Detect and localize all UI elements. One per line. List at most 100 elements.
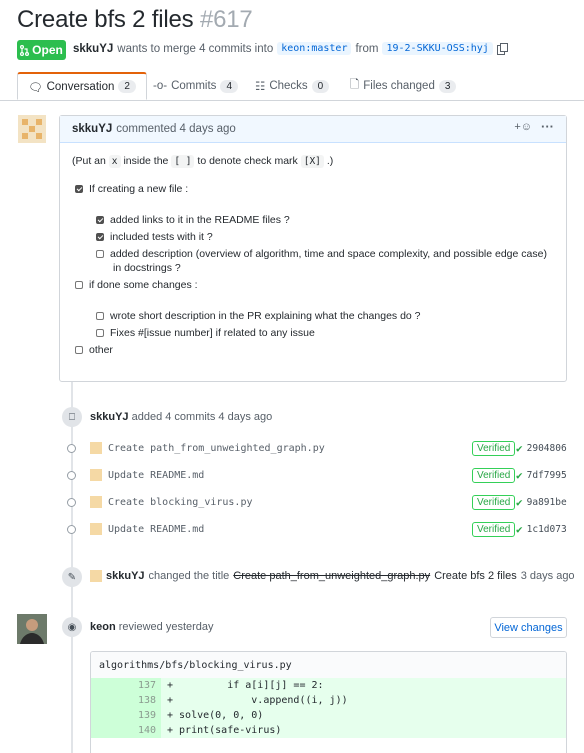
comment-author[interactable]: skkuYJ	[72, 123, 112, 135]
conversation-icon: 🗨	[28, 81, 43, 94]
more-options-icon[interactable]: ···	[541, 119, 554, 134]
line-code: + print(safe-virus)	[161, 723, 566, 738]
task-checkbox[interactable]	[96, 250, 104, 258]
tab-label: Commits	[171, 80, 217, 92]
new-title: Create bfs 2 files	[434, 570, 517, 582]
old-title: Create path_from_unweighted_graph.py	[233, 570, 431, 582]
check-icon: ✔	[516, 522, 523, 536]
sha-text: 7df7995	[526, 469, 567, 481]
commit-sha[interactable]: ✔ 7df7995	[516, 469, 567, 482]
view-changes-button[interactable]: View changes	[490, 617, 567, 638]
check-icon: ✔	[516, 468, 523, 482]
event-time: 3 days ago	[520, 570, 575, 582]
commit-message[interactable]: Create blocking_virus.py	[108, 497, 253, 508]
commit-row: Create path_from_unweighted_graph.py Ver…	[66, 438, 584, 458]
rename-event: skkuYJ changed the title Create path_fro…	[90, 570, 575, 582]
diff-line: 138 + v.append((i, j))	[91, 693, 566, 708]
from-text: from	[355, 42, 379, 55]
task-checkbox[interactable]	[96, 233, 104, 241]
intro-text: to denote check mark	[197, 155, 298, 167]
task-checkbox[interactable]	[96, 312, 104, 320]
sha-text: 2904806	[526, 442, 567, 454]
pr-author-link[interactable]: skkuYJ	[73, 43, 113, 55]
verified-badge[interactable]: Verified	[472, 521, 516, 537]
task-label-continued: in docstrings ?	[113, 262, 181, 274]
head-branch[interactable]: 19-2-SKKU-OSS:hyj	[382, 42, 493, 55]
add-reaction-icon[interactable]: +☺	[514, 121, 532, 133]
task-checkbox[interactable]	[75, 346, 83, 354]
inline-code: [ ]	[171, 155, 195, 168]
task-checkbox[interactable]	[75, 185, 83, 193]
task-checkbox[interactable]	[96, 329, 104, 337]
commit-row: Create blocking_virus.py Verified ✔ 9a891…	[66, 492, 584, 512]
commit-dot-icon	[67, 524, 76, 534]
event-text: added 4 commits 4 days ago	[131, 411, 273, 423]
task-checkbox[interactable]	[96, 216, 104, 224]
avatar[interactable]	[90, 570, 102, 582]
verified-badge[interactable]: Verified	[472, 467, 516, 483]
commit-message[interactable]: Update README.md	[108, 524, 204, 535]
event-author[interactable]: skkuYJ	[90, 411, 129, 423]
eye-icon: ◉	[62, 617, 82, 637]
check-icon: ✔	[516, 441, 523, 455]
diff-line: 139 + solve(0, 0, 0)	[91, 708, 566, 723]
comment-header: skkuYJ commented 4 days ago +☺ ···	[60, 116, 566, 143]
tab-checks[interactable]: ☷ Checks 0	[255, 72, 330, 100]
tab-files-changed[interactable]: 🗋 Files changed 3	[350, 72, 457, 100]
commit-sha[interactable]: ✔ 1c1d073	[516, 523, 567, 536]
line-code: + if a[i][j] == 2:	[161, 678, 566, 693]
tab-conversation[interactable]: 🗨 Conversation 2	[17, 72, 147, 100]
pr-meta: skkuYJ wants to merge 4 commits into keo…	[73, 42, 508, 55]
diff-file-path[interactable]: algorithms/bfs/blocking_virus.py	[91, 652, 566, 679]
task-label: added description (overview of algorithm…	[110, 248, 547, 260]
line-code: + solve(0, 0, 0)	[161, 708, 566, 723]
verified-badge[interactable]: Verified	[472, 440, 516, 456]
tab-counter: 0	[311, 79, 330, 93]
avatar[interactable]	[18, 115, 46, 143]
checklist-icon: ☷	[255, 81, 266, 93]
status-label: Open	[32, 43, 63, 57]
task-checkbox[interactable]	[75, 281, 83, 289]
intro-text: (Put an	[72, 155, 106, 167]
comment-intro: (Put an x inside the [ ] to denote check…	[72, 155, 333, 168]
line-number[interactable]: 137	[91, 678, 161, 693]
inline-code: [X]	[300, 155, 324, 168]
base-branch[interactable]: keon:master	[277, 42, 352, 55]
pr-title-text: Create bfs 2 files	[17, 6, 194, 33]
commit-dot-icon	[67, 497, 76, 507]
event-author[interactable]: skkuYJ	[106, 570, 145, 582]
commit-icon: -o-	[153, 80, 168, 92]
review-event: keon reviewed yesterday	[90, 621, 214, 633]
commit-sha[interactable]: ✔ 2904806	[516, 442, 567, 455]
commit-sha[interactable]: ✔ 9a891be	[516, 496, 567, 509]
commit-message[interactable]: Update README.md	[108, 470, 204, 481]
avatar[interactable]	[90, 523, 102, 535]
task-label: other	[89, 344, 113, 356]
diff-line: 140 + print(safe-virus)	[91, 723, 566, 738]
line-code: + v.append((i, j))	[161, 693, 566, 708]
status-badge: Open	[17, 40, 66, 60]
avatar[interactable]	[17, 614, 47, 644]
commit-row: Update README.md Verified ✔ 1c1d073	[66, 519, 584, 539]
task-label: added links to it in the README files ?	[110, 214, 290, 226]
commit-dot-icon	[67, 470, 76, 480]
avatar[interactable]	[90, 442, 102, 454]
event-text: changed the title	[148, 570, 230, 582]
commit-message[interactable]: Create path_from_unweighted_graph.py	[108, 443, 325, 454]
line-number[interactable]: 138	[91, 693, 161, 708]
event-author[interactable]: keon	[90, 621, 116, 633]
tab-label: Conversation	[46, 80, 115, 93]
copy-icon[interactable]	[496, 42, 508, 55]
task-label: if done some changes :	[89, 279, 198, 291]
tab-counter: 4	[220, 79, 238, 93]
identicon	[18, 115, 46, 143]
pr-tabs: 🗨 Conversation 2 -o- Commits 4 ☷ Checks …	[0, 72, 584, 101]
avatar[interactable]	[90, 496, 102, 508]
pencil-icon: ✎	[62, 567, 82, 587]
verified-badge[interactable]: Verified	[472, 494, 516, 510]
line-number[interactable]: 139	[91, 708, 161, 723]
line-number[interactable]: 140	[91, 723, 161, 738]
task-label: Fixes #[issue number] if related to any …	[110, 327, 315, 339]
avatar[interactable]	[90, 469, 102, 481]
tab-commits[interactable]: -o- Commits 4	[153, 72, 238, 100]
